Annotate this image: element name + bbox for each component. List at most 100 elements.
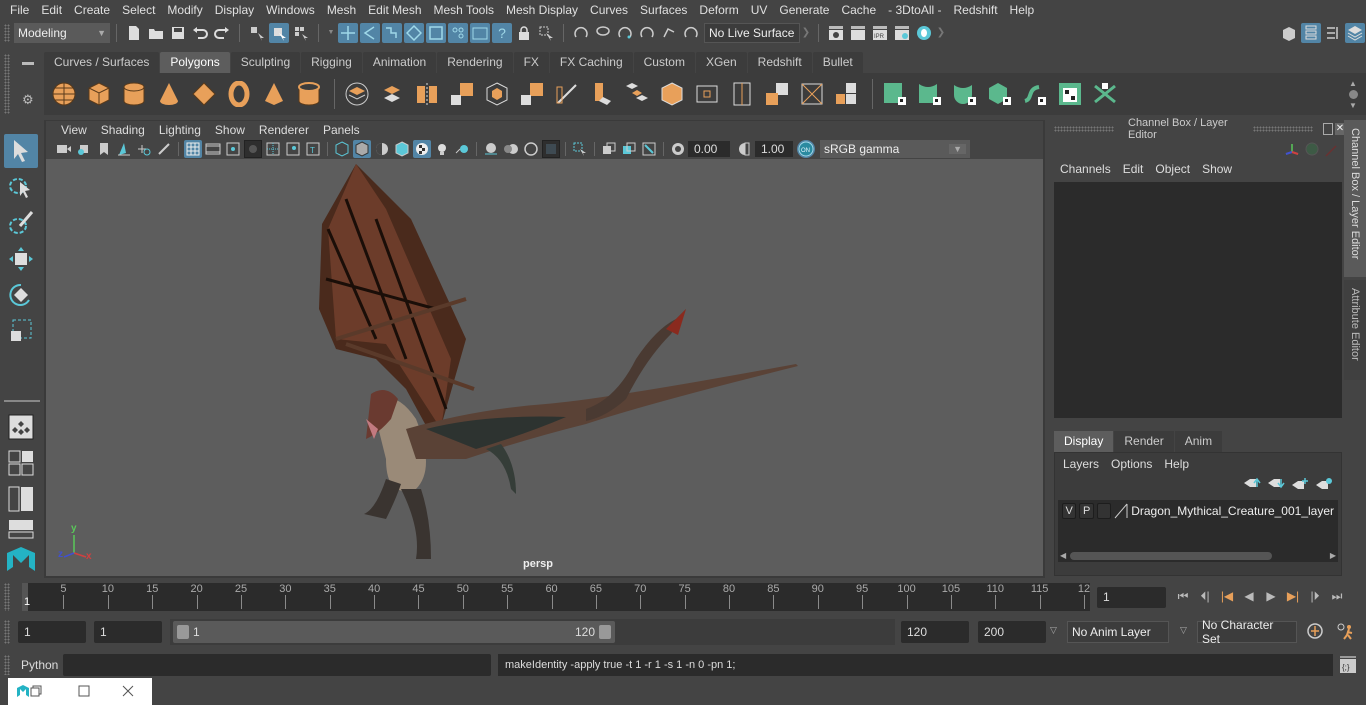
move-layer-up-icon[interactable]	[1243, 477, 1261, 492]
show-menu[interactable]: Show	[1196, 162, 1238, 176]
menu-redshift[interactable]: Redshift	[948, 0, 1004, 20]
select-object-icon[interactable]	[269, 22, 289, 43]
use-all-lights-icon[interactable]	[433, 140, 451, 158]
tab-fx[interactable]: FX	[513, 52, 549, 73]
contour-stretch-uv-icon[interactable]	[1019, 79, 1050, 110]
layer-list-hscrollbar[interactable]: ◀ ▶	[1058, 550, 1338, 562]
layers-menu[interactable]: Layers	[1057, 457, 1105, 471]
object-menu[interactable]: Object	[1149, 162, 1196, 176]
snap-together-icon[interactable]	[637, 23, 657, 43]
layer-display-type-toggle[interactable]	[1096, 503, 1112, 519]
animation-preferences-icon[interactable]	[1336, 622, 1356, 643]
drag-handle[interactable]	[1054, 126, 1114, 132]
four-view-layout-icon[interactable]	[4, 446, 38, 480]
new-empty-layer-icon[interactable]	[1291, 477, 1309, 492]
menu-edit[interactable]: Edit	[35, 0, 68, 20]
remesh-icon[interactable]	[516, 79, 547, 110]
range-start-handle[interactable]	[177, 625, 189, 639]
render-view-icon[interactable]	[470, 22, 490, 43]
smooth-icon[interactable]	[446, 79, 477, 110]
channel-box-toggle-icon[interactable]	[1345, 22, 1365, 43]
go-to-end-icon[interactable]: ⏭	[1328, 587, 1346, 605]
uv-editor-icon[interactable]	[1054, 79, 1085, 110]
poly-sphere-icon[interactable]	[48, 79, 79, 110]
layer-visibility-toggle[interactable]: V	[1062, 503, 1077, 519]
field-chart-icon[interactable]	[264, 140, 282, 158]
viewport-menu-lighting[interactable]: Lighting	[152, 123, 208, 137]
default-material-icon[interactable]	[373, 140, 391, 158]
2d-pan-zoom-icon[interactable]	[135, 140, 153, 158]
uv-toolkit-icon[interactable]	[1089, 79, 1120, 110]
menu-modify[interactable]: Modify	[161, 0, 208, 20]
film-gate-icon[interactable]	[204, 140, 222, 158]
tab-animation[interactable]: Animation	[362, 52, 437, 73]
range-end-handle[interactable]	[599, 625, 611, 639]
tab-sculpting[interactable]: Sculpting	[230, 52, 301, 73]
script-language-toggle[interactable]: Python	[21, 658, 58, 672]
xray-active-components-icon[interactable]	[620, 140, 638, 158]
planar-uv-icon[interactable]	[879, 79, 910, 110]
tab-bullet[interactable]: Bullet	[812, 52, 863, 73]
tab-anim[interactable]: Anim	[1174, 431, 1223, 452]
animation-end-field[interactable]: 200	[978, 621, 1046, 643]
render-settings-icon[interactable]	[892, 23, 912, 43]
auto-key-icon[interactable]	[1306, 622, 1324, 643]
anim-layer-dropdown[interactable]: No Anim Layer	[1067, 621, 1169, 643]
reflect-icon[interactable]	[681, 23, 701, 43]
drag-handle[interactable]	[1252, 126, 1313, 132]
menu-select[interactable]: Select	[116, 0, 161, 20]
help-icon[interactable]: ?	[492, 22, 512, 43]
restore-icon[interactable]	[30, 685, 42, 700]
chevron-down-icon[interactable]: ▼	[326, 23, 336, 43]
modeling-toolkit-icon[interactable]	[1279, 23, 1299, 43]
move-tool-icon[interactable]	[4, 242, 38, 276]
poly-cone-icon[interactable]	[153, 79, 184, 110]
range-slider[interactable]: 1 120	[173, 621, 615, 643]
offset-edge-loop-icon[interactable]	[726, 79, 757, 110]
shelf-menu-icon[interactable]	[22, 62, 34, 65]
viewport-menu-renderer[interactable]: Renderer	[252, 123, 316, 137]
menu-mesh[interactable]: Mesh	[321, 0, 362, 20]
animation-start-field[interactable]: 1	[18, 621, 86, 643]
character-set-dropdown-arrow[interactable]: ▽	[1180, 625, 1187, 636]
layer-color-swatch[interactable]	[1114, 503, 1128, 519]
persp-outliner-layout-icon[interactable]	[4, 482, 38, 516]
single-perspective-layout-icon[interactable]	[4, 410, 38, 444]
tab-xgen[interactable]: XGen	[695, 52, 747, 73]
ipr-icon[interactable]: IPR	[870, 23, 890, 43]
drag-handle[interactable]	[4, 655, 10, 675]
gear-icon[interactable]: ⚙	[22, 92, 34, 108]
attribute-editor-toggle-icon[interactable]	[1301, 22, 1321, 43]
menu-curves[interactable]: Curves	[584, 0, 634, 20]
screen-space-ao-icon[interactable]	[482, 140, 500, 158]
3d-viewport[interactable]: y x z	[46, 159, 1043, 576]
motion-blur-icon[interactable]	[502, 140, 520, 158]
color-management-toggle-icon[interactable]: ON	[797, 140, 815, 158]
menu-uv[interactable]: UV	[745, 0, 774, 20]
gamma-icon[interactable]	[736, 140, 754, 158]
current-frame-field[interactable]: 1	[1097, 587, 1166, 608]
safe-action-icon[interactable]	[284, 140, 302, 158]
channels-menu[interactable]: Channels	[1054, 162, 1117, 176]
wireframe-on-shaded-icon[interactable]	[393, 140, 411, 158]
anti-aliasing-icon[interactable]	[522, 140, 540, 158]
menu-cache[interactable]: Cache	[835, 0, 882, 20]
shelf-scroll[interactable]: ▲ ▼	[1346, 79, 1360, 110]
snap-edge-icon[interactable]	[448, 22, 468, 43]
extrude-icon[interactable]	[586, 79, 617, 110]
maximize-icon[interactable]	[78, 685, 90, 700]
time-slider[interactable]: 1 5 10 15 20 25 30 35 40 45 50 55 60 65 70 75 80 85 90 95 1…	[22, 583, 1090, 611]
drag-handle[interactable]	[4, 54, 10, 114]
layer-row[interactable]: V P Dragon_Mythical_Creature_001_layer	[1058, 500, 1338, 522]
script-editor-icon[interactable]: {;}	[1339, 655, 1357, 678]
wireframe-icon[interactable]	[333, 140, 351, 158]
menu-deform[interactable]: Deform	[693, 0, 744, 20]
paint-select-tool-icon[interactable]	[4, 206, 38, 240]
layer-name[interactable]: Dragon_Mythical_Creature_001_layer	[1131, 504, 1334, 518]
lasso-icon[interactable]	[593, 23, 613, 43]
shadows-icon[interactable]	[453, 140, 471, 158]
poly-cylinder-icon[interactable]	[118, 79, 149, 110]
options-menu[interactable]: Options	[1105, 457, 1158, 471]
render-current-frame-icon[interactable]	[826, 23, 846, 43]
rotate-tool-icon[interactable]	[4, 278, 38, 312]
